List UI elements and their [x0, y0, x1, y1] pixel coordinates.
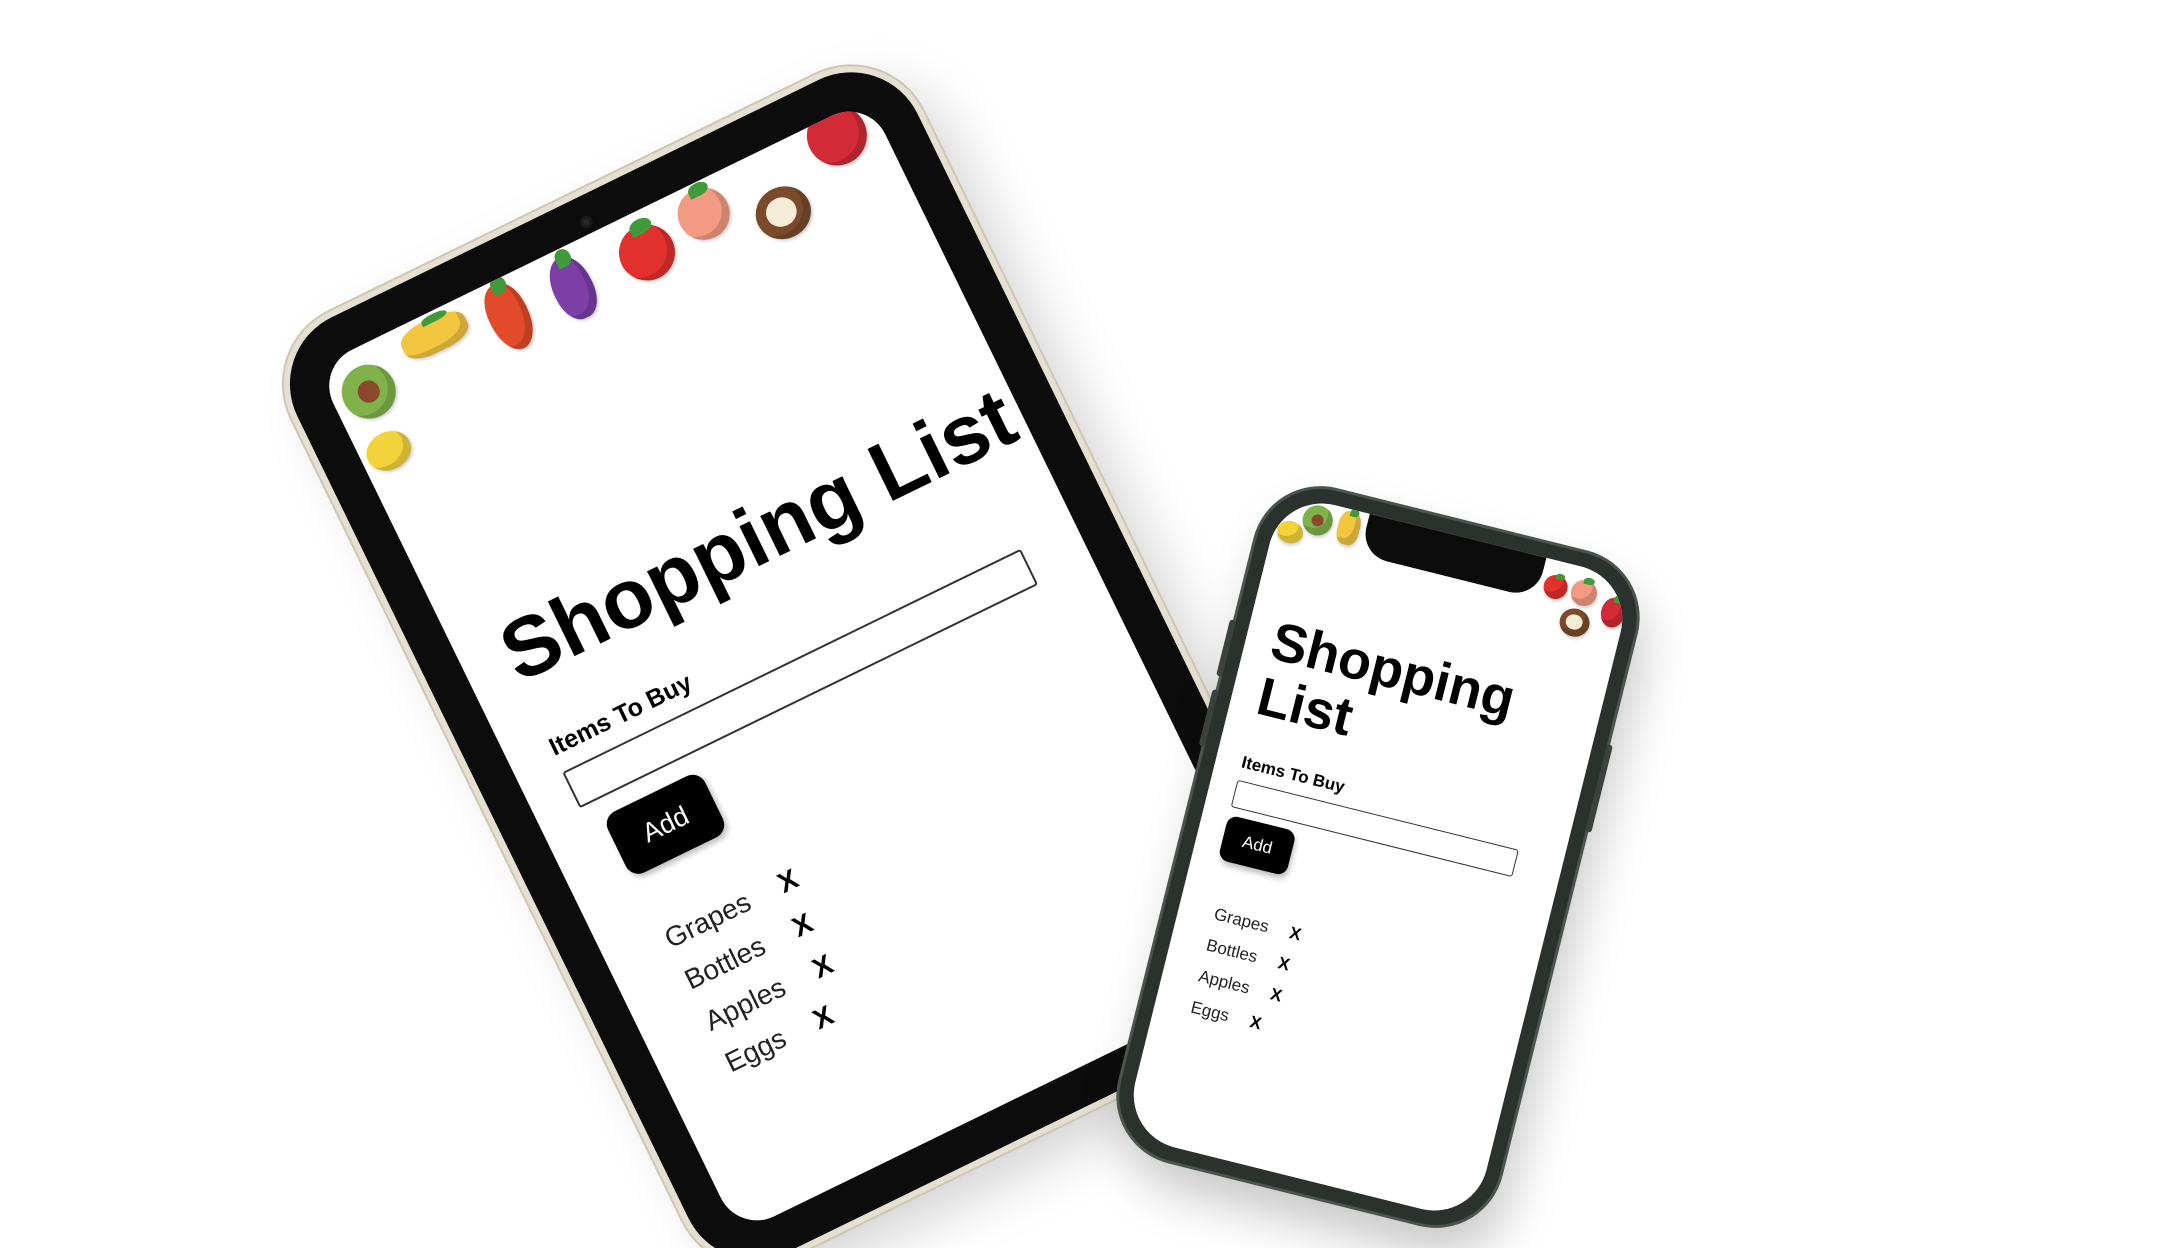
lemon-icon: [1274, 518, 1306, 546]
add-button-label: Add: [1240, 832, 1275, 858]
add-button[interactable]: Add: [1217, 814, 1297, 877]
power-button: [1585, 744, 1613, 833]
avocado-icon: [1299, 502, 1336, 539]
remove-item-button[interactable]: X: [787, 907, 818, 944]
phone-screen: Shopping List Items To Buy Add Grapes X …: [1122, 492, 1634, 1222]
phone-device: Shopping List Items To Buy Add Grapes X …: [1105, 475, 1651, 1239]
remove-item-button[interactable]: X: [1276, 953, 1292, 975]
pomegranate-icon: [796, 98, 877, 176]
volume-up-button: [1216, 619, 1236, 677]
pepper-icon: [475, 273, 543, 357]
coconut-icon: [1556, 605, 1593, 640]
shopping-list: Grapes X Bottles X Apples X Eggs X: [1187, 899, 1304, 1045]
shopping-list: Grapes X Bottles X Apples X Eggs X: [656, 857, 867, 1086]
mockup-stage: Shopping List Items To Buy Add Grapes X …: [0, 0, 2160, 1248]
page-title: Shopping List: [485, 369, 1030, 700]
remove-item-button[interactable]: X: [807, 948, 838, 985]
eggplant-icon: [540, 246, 606, 327]
apple-icon: [1541, 572, 1571, 602]
remove-item-button[interactable]: X: [1248, 1012, 1264, 1034]
pomegranate-icon: [1597, 594, 1629, 631]
lemon-icon: [359, 423, 418, 478]
remove-item-button[interactable]: X: [773, 863, 804, 900]
peach-icon: [668, 178, 739, 249]
apple-icon: [609, 215, 685, 290]
remove-item-button[interactable]: X: [808, 999, 839, 1036]
remove-item-button[interactable]: X: [1268, 984, 1284, 1006]
produce-border: [316, 98, 920, 478]
avocado-icon: [332, 355, 405, 428]
corn-icon: [395, 304, 474, 366]
item-name: Eggs: [1188, 997, 1232, 1026]
corn-icon: [1333, 507, 1364, 548]
add-button-label: Add: [637, 799, 694, 848]
peach-icon: [1568, 577, 1600, 609]
remove-item-button[interactable]: X: [1287, 923, 1304, 945]
camera-icon: [578, 213, 595, 231]
coconut-icon: [746, 177, 820, 249]
